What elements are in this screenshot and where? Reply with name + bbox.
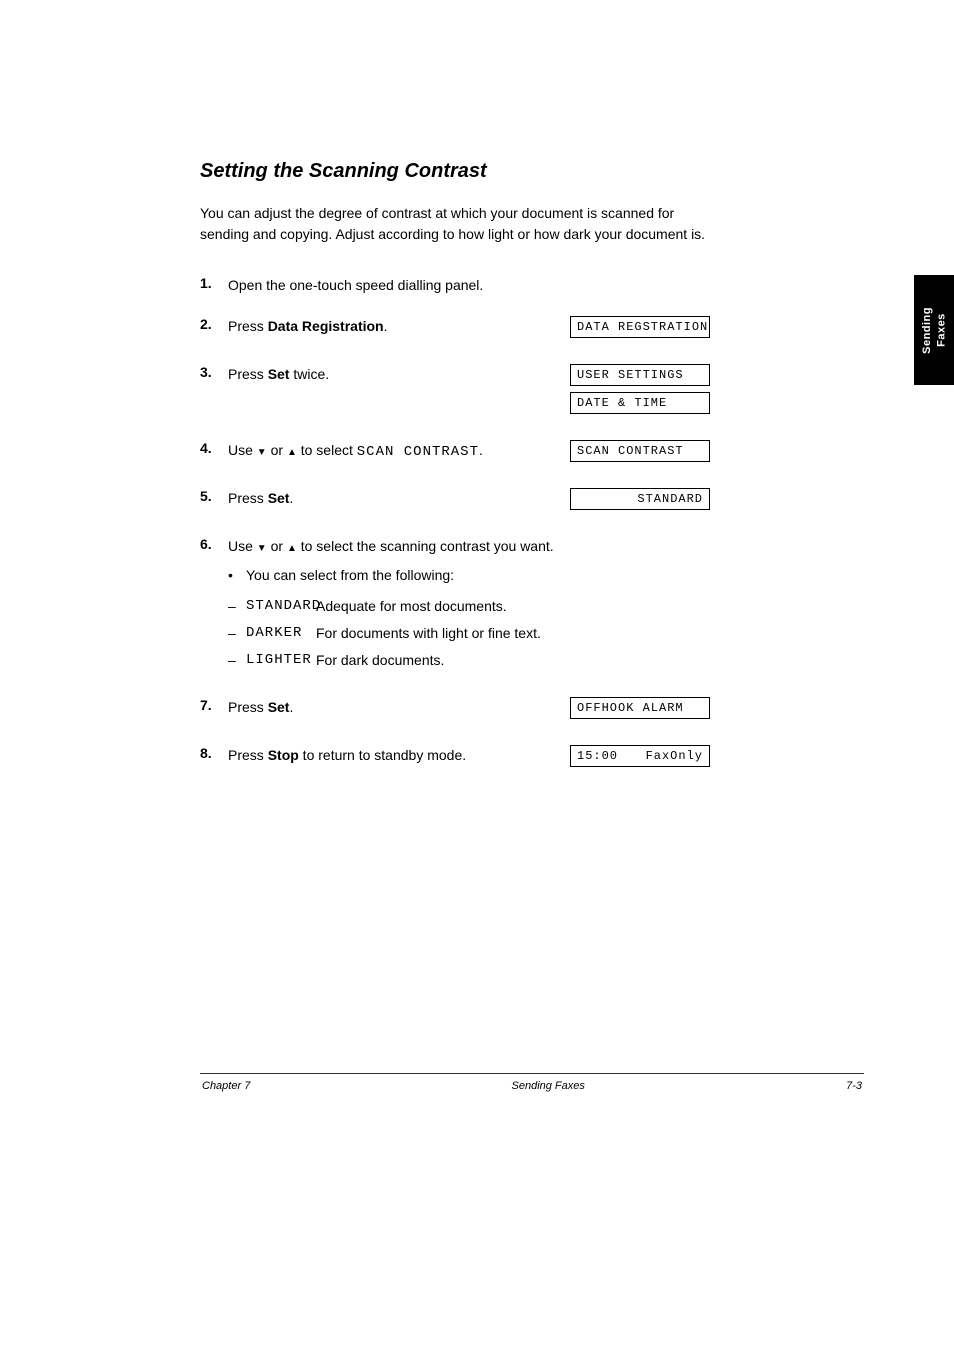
step-num: 2. (200, 316, 228, 344)
option-list: – STANDARD Adequate for most documents. … (228, 596, 864, 671)
step-num: 7. (200, 697, 228, 725)
time-value: 15:00 (577, 749, 618, 763)
footer-center: Sending Faxes (512, 1080, 585, 1092)
step-2: 2. Press Data Registration. DATA REGSTRA… (200, 316, 864, 344)
option-item: – LIGHTER For dark documents. (228, 650, 864, 671)
menu-item-ref: SCAN CONTRAST (357, 444, 479, 460)
step-text: Press Set twice. (228, 364, 329, 420)
step-text: Use ▼ or ▲ to select the scanning contra… (228, 536, 554, 557)
step-text: Press Stop to return to standby mode. (228, 745, 466, 773)
step-6: 6. Use ▼ or ▲ to select the scanning con… (200, 536, 864, 677)
step-text: Use ▼ or ▲ to select SCAN CONTRAST. (228, 440, 483, 468)
lcd-display: SCAN CONTRAST (570, 440, 710, 462)
step-5: 5. Press Set. STANDARD (200, 488, 864, 516)
step-8: 8. Press Stop to return to standby mode.… (200, 745, 864, 773)
step-num: 6. (200, 536, 228, 557)
button-ref: Set (268, 490, 290, 506)
step-text: Open the one-touch speed dialling panel. (228, 275, 483, 296)
step-num: 3. (200, 364, 228, 420)
chapter-side-tab: Sending Faxes (914, 275, 954, 385)
lcd-display: OFFHOOK ALARM (570, 697, 710, 719)
option-desc: Adequate for most documents. (316, 596, 864, 617)
step-num: 4. (200, 440, 228, 468)
step-num: 8. (200, 745, 228, 773)
button-ref: Set (268, 366, 290, 382)
footer-right: 7-3 (846, 1080, 862, 1092)
step-1: 1. Open the one-touch speed dialling pan… (200, 275, 864, 296)
down-arrow-icon: ▼ (257, 543, 267, 554)
button-ref: Set (268, 699, 290, 715)
option-item: – STANDARD Adequate for most documents. (228, 596, 864, 617)
option-desc: For documents with light or fine text. (316, 623, 864, 644)
step-num: 5. (200, 488, 228, 516)
button-ref: Stop (268, 747, 299, 763)
sub-text: You can select from the following: (246, 565, 864, 586)
footer-rule (200, 1073, 864, 1074)
side-tab-line2: Faxes (935, 313, 947, 347)
lcd-display: DATE & TIME (570, 392, 710, 414)
option-item: – DARKER For documents with light or fin… (228, 623, 864, 644)
lcd-display: 15:00 FaxOnly (570, 745, 710, 767)
step-num: 1. (200, 275, 228, 296)
step-7: 7. Press Set. OFFHOOK ALARM (200, 697, 864, 725)
section-title: Setting the Scanning Contrast (200, 160, 864, 183)
option-label: STANDARD (246, 596, 316, 617)
mode-value: FaxOnly (646, 749, 703, 763)
side-tab-line1: Sending (921, 307, 933, 354)
button-ref: Data Registration (268, 318, 384, 334)
step-3: 3. Press Set twice. USER SETTINGS DATE &… (200, 364, 864, 420)
bullet-icon: • (228, 565, 246, 586)
step-text: Press Set. (228, 697, 293, 725)
sub-bullet: • You can select from the following: (228, 565, 864, 586)
lcd-display: USER SETTINGS (570, 364, 710, 386)
page-container: Sending Faxes Setting the Scanning Contr… (0, 0, 954, 1132)
section-intro: You can adjust the degree of contrast at… (200, 203, 720, 245)
option-desc: For dark documents. (316, 650, 864, 671)
option-label: DARKER (246, 623, 316, 644)
lcd-display: STANDARD (570, 488, 710, 510)
down-arrow-icon: ▼ (257, 447, 267, 458)
step-text: Press Data Registration. (228, 316, 388, 344)
page-footer: Chapter 7 Sending Faxes 7-3 (200, 1080, 864, 1092)
option-label: LIGHTER (246, 650, 316, 671)
step-text: Press Set. (228, 488, 293, 516)
up-arrow-icon: ▲ (287, 447, 297, 458)
lcd-display: DATA REGSTRATION (570, 316, 710, 338)
footer-left: Chapter 7 (202, 1080, 250, 1092)
step-4: 4. Use ▼ or ▲ to select SCAN CONTRAST. S… (200, 440, 864, 468)
up-arrow-icon: ▲ (287, 543, 297, 554)
